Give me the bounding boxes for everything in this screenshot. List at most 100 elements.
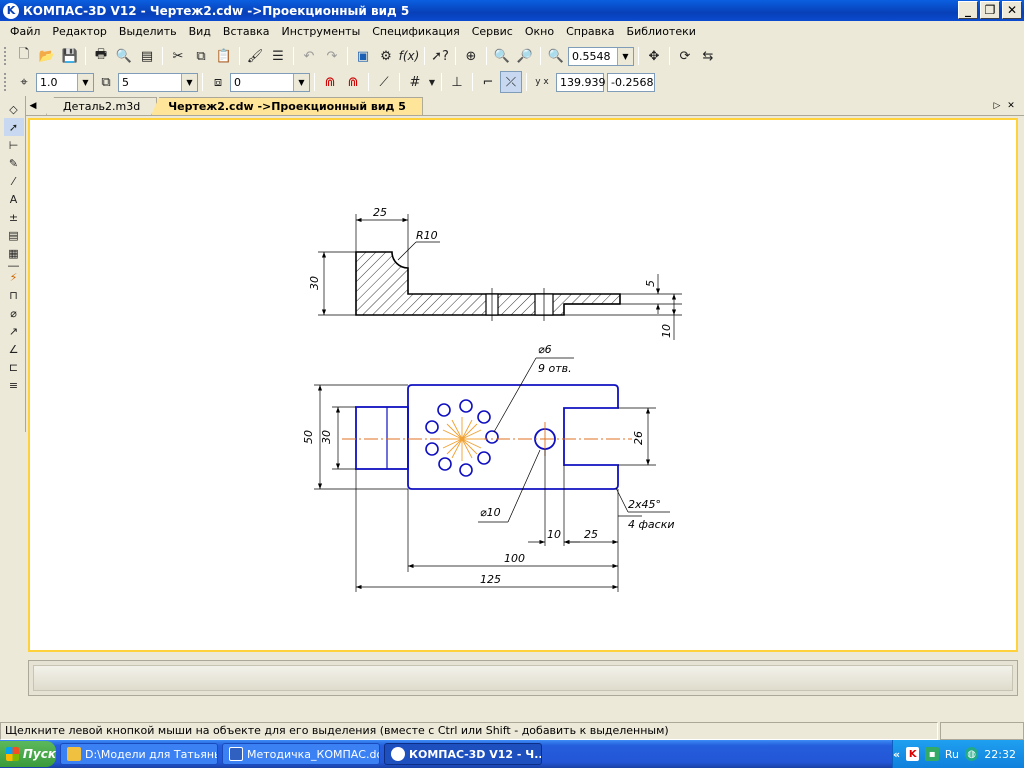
orthogonal-mode-icon[interactable]: ⌐ [477,71,499,93]
taskbar-item-kompas[interactable]: КОМПАС-3D V12 - Ч... [384,743,542,765]
toolbar-grip[interactable] [4,73,9,91]
start-button[interactable]: Пуск [0,741,56,767]
open-folder-icon[interactable]: 📂 [36,45,58,67]
refresh-icon[interactable]: ⟳ [674,45,696,67]
diameter-dim-icon[interactable]: ⌀ [4,304,24,322]
print-preview-icon[interactable]: 🔍 [113,45,135,67]
toolbar-grip[interactable] [4,47,9,65]
chain-dim-icon[interactable]: ⊏ [4,358,24,376]
undo-icon[interactable]: ↶ [298,45,320,67]
step-combo[interactable]: 1.0 ▼ [36,72,94,92]
chevron-down-icon[interactable]: ▼ [427,71,437,93]
tab-scroll-right-icon[interactable]: ▷ [990,97,1004,115]
coord-x-field[interactable]: 139.939 [556,72,606,92]
view-icon[interactable]: ⧈ [207,71,229,93]
view-combo[interactable]: 0 ▼ [230,72,310,92]
tab-scroll-left-icon[interactable]: ◀ [26,97,40,115]
manager-icon[interactable]: ▣ [352,45,374,67]
edit-icon[interactable]: ⁄ [4,172,24,190]
function-icon[interactable]: f(x) [398,45,420,67]
redraw-icon[interactable]: ⇆ [697,45,719,67]
zoom-window-icon[interactable]: ⊕ [460,45,482,67]
close-button[interactable]: ✕ [1002,1,1022,19]
zoom-out-icon[interactable]: 🔎 [514,45,536,67]
angular-dim-icon[interactable]: ∠ [4,340,24,358]
select-icon[interactable]: ➚ [3,118,24,136]
kaspersky-icon[interactable]: K [906,747,920,761]
new-document-icon[interactable]: 🗋 [13,45,35,67]
measure-icon[interactable]: ± [4,208,24,226]
geometry-icon[interactable]: ◇ [4,100,24,118]
drawing-canvas[interactable]: 25 R10 30 5 10 ⌀6 9 отв. 50 30 26 ⌀10 2x… [28,118,1018,652]
parametrization-icon[interactable]: A [4,190,24,208]
chevron-down-icon[interactable]: ▼ [293,73,309,91]
coordinates-icon: y x [535,77,549,87]
start-label: Пуск [22,747,56,761]
center-lines [342,417,632,461]
tab-drawing[interactable]: Чертеж2.cdw ->Проекционный вид 5 [151,97,423,115]
radial-dim-icon[interactable]: ↗ [4,322,24,340]
menu-edit[interactable]: Редактор [46,23,113,40]
chevron-down-icon[interactable]: ▼ [77,73,93,91]
drawing-svg[interactable]: 25 R10 30 5 10 ⌀6 9 отв. 50 30 26 ⌀10 2x… [30,120,1016,650]
menu-window[interactable]: Окно [519,23,560,40]
base-dim-icon[interactable]: ≡ [4,376,24,394]
view-value: 0 [234,75,241,89]
document-tabs: ◀ Деталь2.m3d Чертеж2.cdw ->Проекционный… [26,96,1024,116]
chevron-down-icon[interactable]: ▼ [181,73,197,91]
minimize-button[interactable]: _ [958,1,978,19]
ortho-icon[interactable]: ⟋ [373,71,395,93]
pan-icon[interactable]: ✥ [643,45,665,67]
cursor-step-icon[interactable]: ⌖ [13,71,35,93]
menu-view[interactable]: Вид [183,23,217,40]
zoom-scale-icon[interactable]: 🔍 [545,45,567,67]
plan-view[interactable] [355,384,619,490]
tray-expand-icon[interactable]: « [893,748,900,761]
dimensions-icon[interactable]: ⊢ [4,136,24,154]
globe-icon[interactable]: ◍ [964,747,979,761]
parametric-mode-icon[interactable]: ⤫ [500,71,522,93]
list-icon[interactable]: ☰ [267,45,289,67]
redo-icon[interactable]: ↷ [321,45,343,67]
properties-icon[interactable]: ▤ [136,45,158,67]
section-view[interactable] [355,251,621,321]
menu-service[interactable]: Сервис [466,23,519,40]
menu-file[interactable]: Файл [4,23,46,40]
snap-local-icon[interactable]: ⋒ [342,71,364,93]
format-brush-icon[interactable]: 🖌 [244,45,266,67]
language-indicator[interactable]: Ru [945,748,959,761]
chevron-down-icon[interactable]: ▼ [617,47,633,65]
maximize-button[interactable]: ❐ [980,1,1000,19]
tab-close-icon[interactable]: ✕ [1004,97,1018,115]
help-cursor-icon[interactable]: ➚? [429,45,451,67]
cut-icon[interactable]: ✂ [167,45,189,67]
menu-select[interactable]: Выделить [113,23,183,40]
auto-line-icon[interactable]: ⚡ [4,268,24,286]
menu-insert[interactable]: Вставка [217,23,276,40]
grid-icon[interactable]: # [404,71,426,93]
menu-specification[interactable]: Спецификация [366,23,465,40]
network-icon[interactable]: ▪ [925,747,939,761]
layer-icon[interactable]: ⧉ [95,71,117,93]
axes-icon[interactable]: ⊥ [446,71,468,93]
save-icon[interactable]: 💾 [59,45,81,67]
layer-combo[interactable]: 5 ▼ [118,72,198,92]
dim-26: 26 [632,431,645,445]
menu-libraries[interactable]: Библиотеки [621,23,702,40]
variables-icon[interactable]: ⚙ [375,45,397,67]
taskbar-item-explorer[interactable]: D:\Модели для Татьяны... [60,743,218,765]
copy-icon[interactable]: ⧉ [190,45,212,67]
zoom-combo[interactable]: 0.5548 ▼ [568,46,634,66]
symbols-icon[interactable]: ✎ [4,154,24,172]
menu-help[interactable]: Справка [560,23,620,40]
linear-dim-icon[interactable]: ⊓ [4,286,24,304]
menu-tools[interactable]: Инструменты [276,23,367,40]
zoom-in-icon[interactable]: 🔍 [491,45,513,67]
snap-magnet-icon[interactable]: ⋒ [319,71,341,93]
select-list-icon[interactable]: ▤ [4,226,24,244]
taskbar-item-word[interactable]: Методичка_КОМПАС.do... [222,743,380,765]
coord-y-field[interactable]: -0.2568 [607,72,655,92]
paste-icon[interactable]: 📋 [213,45,235,67]
print-icon[interactable]: 🖶 [90,45,112,67]
tab-detail[interactable]: Деталь2.m3d [46,97,158,115]
